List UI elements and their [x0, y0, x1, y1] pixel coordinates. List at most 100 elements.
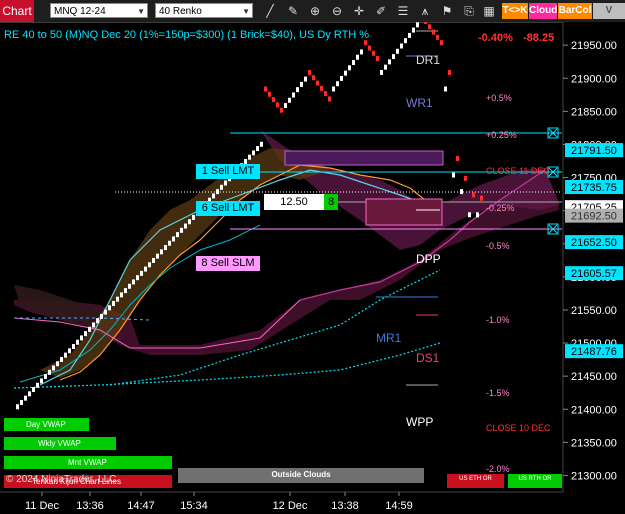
- percent-level-label: -0.25%: [486, 203, 515, 214]
- renko-brick: [456, 156, 459, 162]
- pivot-label: WR1: [406, 95, 433, 110]
- draw-line-icon[interactable]: ╱: [262, 3, 278, 19]
- vvwap-toggle-button[interactable]: V VWAP: [593, 3, 625, 32]
- renko-brick: [300, 81, 303, 87]
- y-tick-label: 21850.00: [571, 106, 617, 118]
- instrument-dropdown-icon: ▼: [137, 7, 145, 16]
- x-tick-label: 14:47: [127, 500, 155, 512]
- renko-brick: [268, 91, 271, 97]
- renko-brick: [380, 69, 383, 75]
- renko-brick: [324, 91, 327, 97]
- renko-brick: [164, 245, 167, 251]
- renko-brick: [108, 305, 111, 311]
- renko-brick: [320, 85, 323, 91]
- renko-brick: [72, 344, 75, 350]
- renko-brick: [284, 103, 287, 109]
- entry-zone: [365, 198, 443, 226]
- renko-brick: [28, 391, 31, 397]
- brown-cloud: [40, 148, 330, 378]
- chart-toolbar: Chart MNQ 12-24 ▼ 40 Renko ▼ ╱ ✎ ⊕ ⊖ ✛ ✐…: [0, 0, 625, 32]
- y-tick-label: 21400.00: [571, 404, 617, 416]
- renko-brick: [372, 50, 375, 56]
- x-tick-label: 12 Dec: [273, 500, 308, 512]
- y-tick-label: 21300.00: [571, 470, 617, 482]
- renko-brick: [80, 335, 83, 341]
- renko-brick: [444, 86, 447, 92]
- renko-brick: [148, 262, 151, 268]
- renko-brick: [312, 75, 315, 81]
- renko-brick: [124, 288, 127, 294]
- renko-brick: [260, 141, 263, 147]
- instrument-value: MNQ 12-24: [54, 6, 106, 17]
- renko-brick: [44, 374, 47, 380]
- instrument-selector[interactable]: MNQ 12-24 ▼: [50, 3, 148, 18]
- renko-brick: [452, 172, 455, 178]
- cloud-toggle-button[interactable]: Cloud: [529, 3, 557, 19]
- renko-brick: [468, 212, 471, 218]
- renko-brick: [368, 45, 371, 51]
- renko-brick: [264, 86, 267, 92]
- crosshair-icon[interactable]: ✛: [351, 3, 367, 19]
- barcol-toggle-button[interactable]: BarCol: [558, 3, 592, 19]
- renko-brick: [20, 399, 23, 405]
- renko-brick: [136, 275, 139, 281]
- renko-brick: [160, 249, 163, 255]
- renko-brick: [24, 395, 27, 401]
- bar-type-selector[interactable]: 40 Renko ▼: [155, 3, 253, 18]
- renko-brick: [348, 65, 351, 71]
- renko-brick: [424, 22, 427, 24]
- order-label[interactable]: 1 Sell LMT: [196, 164, 260, 180]
- tk-toggle-button[interactable]: T<>K: [502, 3, 528, 19]
- renko-brick: [344, 70, 347, 76]
- renko-brick: [256, 146, 259, 152]
- renko-brick: [400, 43, 403, 49]
- position-qty[interactable]: 8: [324, 194, 338, 210]
- edit-tool-icon[interactable]: ✎: [285, 3, 301, 19]
- renko-brick: [16, 404, 19, 410]
- renko-brick: [360, 49, 363, 55]
- zoom-out-icon[interactable]: ⊖: [329, 3, 345, 19]
- position-pnl[interactable]: 12.50: [264, 194, 324, 210]
- renko-brick: [392, 54, 395, 60]
- renko-brick: [448, 69, 451, 75]
- renko-brick: [396, 48, 399, 54]
- supply-zone: [284, 150, 444, 166]
- renko-brick: [352, 60, 355, 66]
- renko-brick: [192, 214, 195, 220]
- renko-brick: [388, 59, 391, 65]
- properties-icon[interactable]: ☰: [395, 3, 411, 19]
- indicators-icon[interactable]: ⩚: [417, 3, 433, 19]
- order-label[interactable]: 8 Sell SLM: [196, 256, 260, 272]
- us-eth-or-label: US ETH OR: [447, 474, 504, 488]
- drawing-tools-icon[interactable]: ✐: [373, 3, 389, 19]
- renko-brick: [184, 223, 187, 229]
- pivot-label: DS1: [416, 351, 440, 366]
- strategies-icon[interactable]: ⚑: [439, 3, 455, 19]
- renko-brick: [212, 193, 215, 199]
- renko-brick: [92, 322, 95, 328]
- renko-brick: [52, 365, 55, 371]
- order-label[interactable]: 6 Sell LMT: [196, 200, 260, 216]
- pivot-label: DPP: [416, 251, 441, 266]
- renko-brick: [68, 348, 71, 354]
- price-tag-label: 21652.50: [571, 237, 617, 249]
- attach-icon[interactable]: ⎘: [461, 3, 477, 19]
- renko-brick: [428, 24, 431, 30]
- renko-brick: [480, 195, 483, 201]
- renko-brick: [308, 69, 311, 75]
- percent-level-label: -1.5%: [486, 388, 510, 399]
- chart-tab[interactable]: Chart: [0, 0, 34, 22]
- renko-brick: [252, 150, 255, 156]
- renko-brick: [84, 331, 87, 337]
- renko-brick: [48, 369, 51, 375]
- percent-level-label: +0.25%: [486, 130, 517, 140]
- price-tag-label: 21735.75: [571, 182, 617, 194]
- x-tick-label: 11 Dec: [25, 500, 60, 512]
- renko-brick: [132, 279, 135, 285]
- price-tag-label: 21487.76: [571, 346, 617, 358]
- layout-icon[interactable]: ▦: [481, 3, 497, 19]
- zoom-in-icon[interactable]: ⊕: [307, 3, 323, 19]
- renko-brick: [40, 378, 43, 384]
- renko-brick: [340, 75, 343, 81]
- renko-brick: [432, 29, 435, 35]
